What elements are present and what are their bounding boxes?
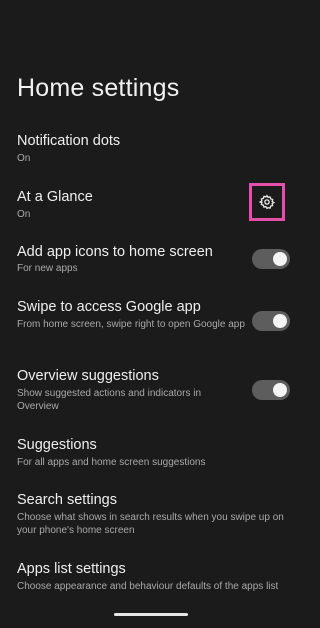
toggle-knob bbox=[273, 314, 287, 328]
setting-overview-suggestions[interactable]: Overview suggestions Show suggested acti… bbox=[0, 368, 302, 416]
setting-subtitle: On bbox=[17, 153, 31, 164]
setting-subtitle: Choose appearance and behaviour defaults… bbox=[17, 581, 279, 592]
setting-subtitle: From home screen, swipe right to open Go… bbox=[17, 319, 245, 330]
setting-subtitle: Show suggested actions and indicators in… bbox=[17, 388, 202, 412]
setting-apps-list[interactable]: Apps list settings Choose appearance and… bbox=[0, 561, 302, 609]
setting-subtitle: Choose what shows in search results when… bbox=[17, 512, 284, 536]
at-a-glance-settings-button[interactable] bbox=[249, 183, 285, 221]
toggle-knob bbox=[273, 383, 287, 397]
toggle-knob bbox=[273, 252, 287, 266]
setting-subtitle: For new apps bbox=[17, 263, 78, 274]
gear-icon bbox=[259, 194, 275, 210]
setting-subtitle: On bbox=[17, 209, 31, 220]
setting-subtitle: For all apps and home screen suggestions bbox=[17, 457, 206, 468]
setting-swipe-google-app[interactable]: Swipe to access Google app From home scr… bbox=[0, 299, 302, 347]
toggle-switch[interactable] bbox=[252, 311, 290, 331]
setting-title: Overview suggestions bbox=[17, 368, 159, 384]
setting-title: Add app icons to home screen bbox=[17, 244, 213, 260]
setting-title: At a Glance bbox=[17, 189, 93, 205]
toggle-switch[interactable] bbox=[252, 380, 290, 400]
setting-notification-dots[interactable]: Notification dots On bbox=[0, 133, 302, 169]
setting-search-settings[interactable]: Search settings Choose what shows in sea… bbox=[0, 492, 302, 540]
setting-title: Swipe to access Google app bbox=[17, 299, 201, 315]
page-title: Home settings bbox=[17, 74, 180, 102]
setting-add-app-icons[interactable]: Add app icons to home screen For new app… bbox=[0, 244, 302, 284]
setting-suggestions[interactable]: Suggestions For all apps and home screen… bbox=[0, 437, 302, 473]
setting-title: Notification dots bbox=[17, 133, 121, 149]
setting-title: Apps list settings bbox=[17, 561, 126, 577]
setting-title: Suggestions bbox=[17, 437, 97, 453]
setting-title: Search settings bbox=[17, 492, 117, 508]
gesture-nav-handle[interactable] bbox=[114, 613, 188, 616]
toggle-switch[interactable] bbox=[252, 249, 290, 269]
